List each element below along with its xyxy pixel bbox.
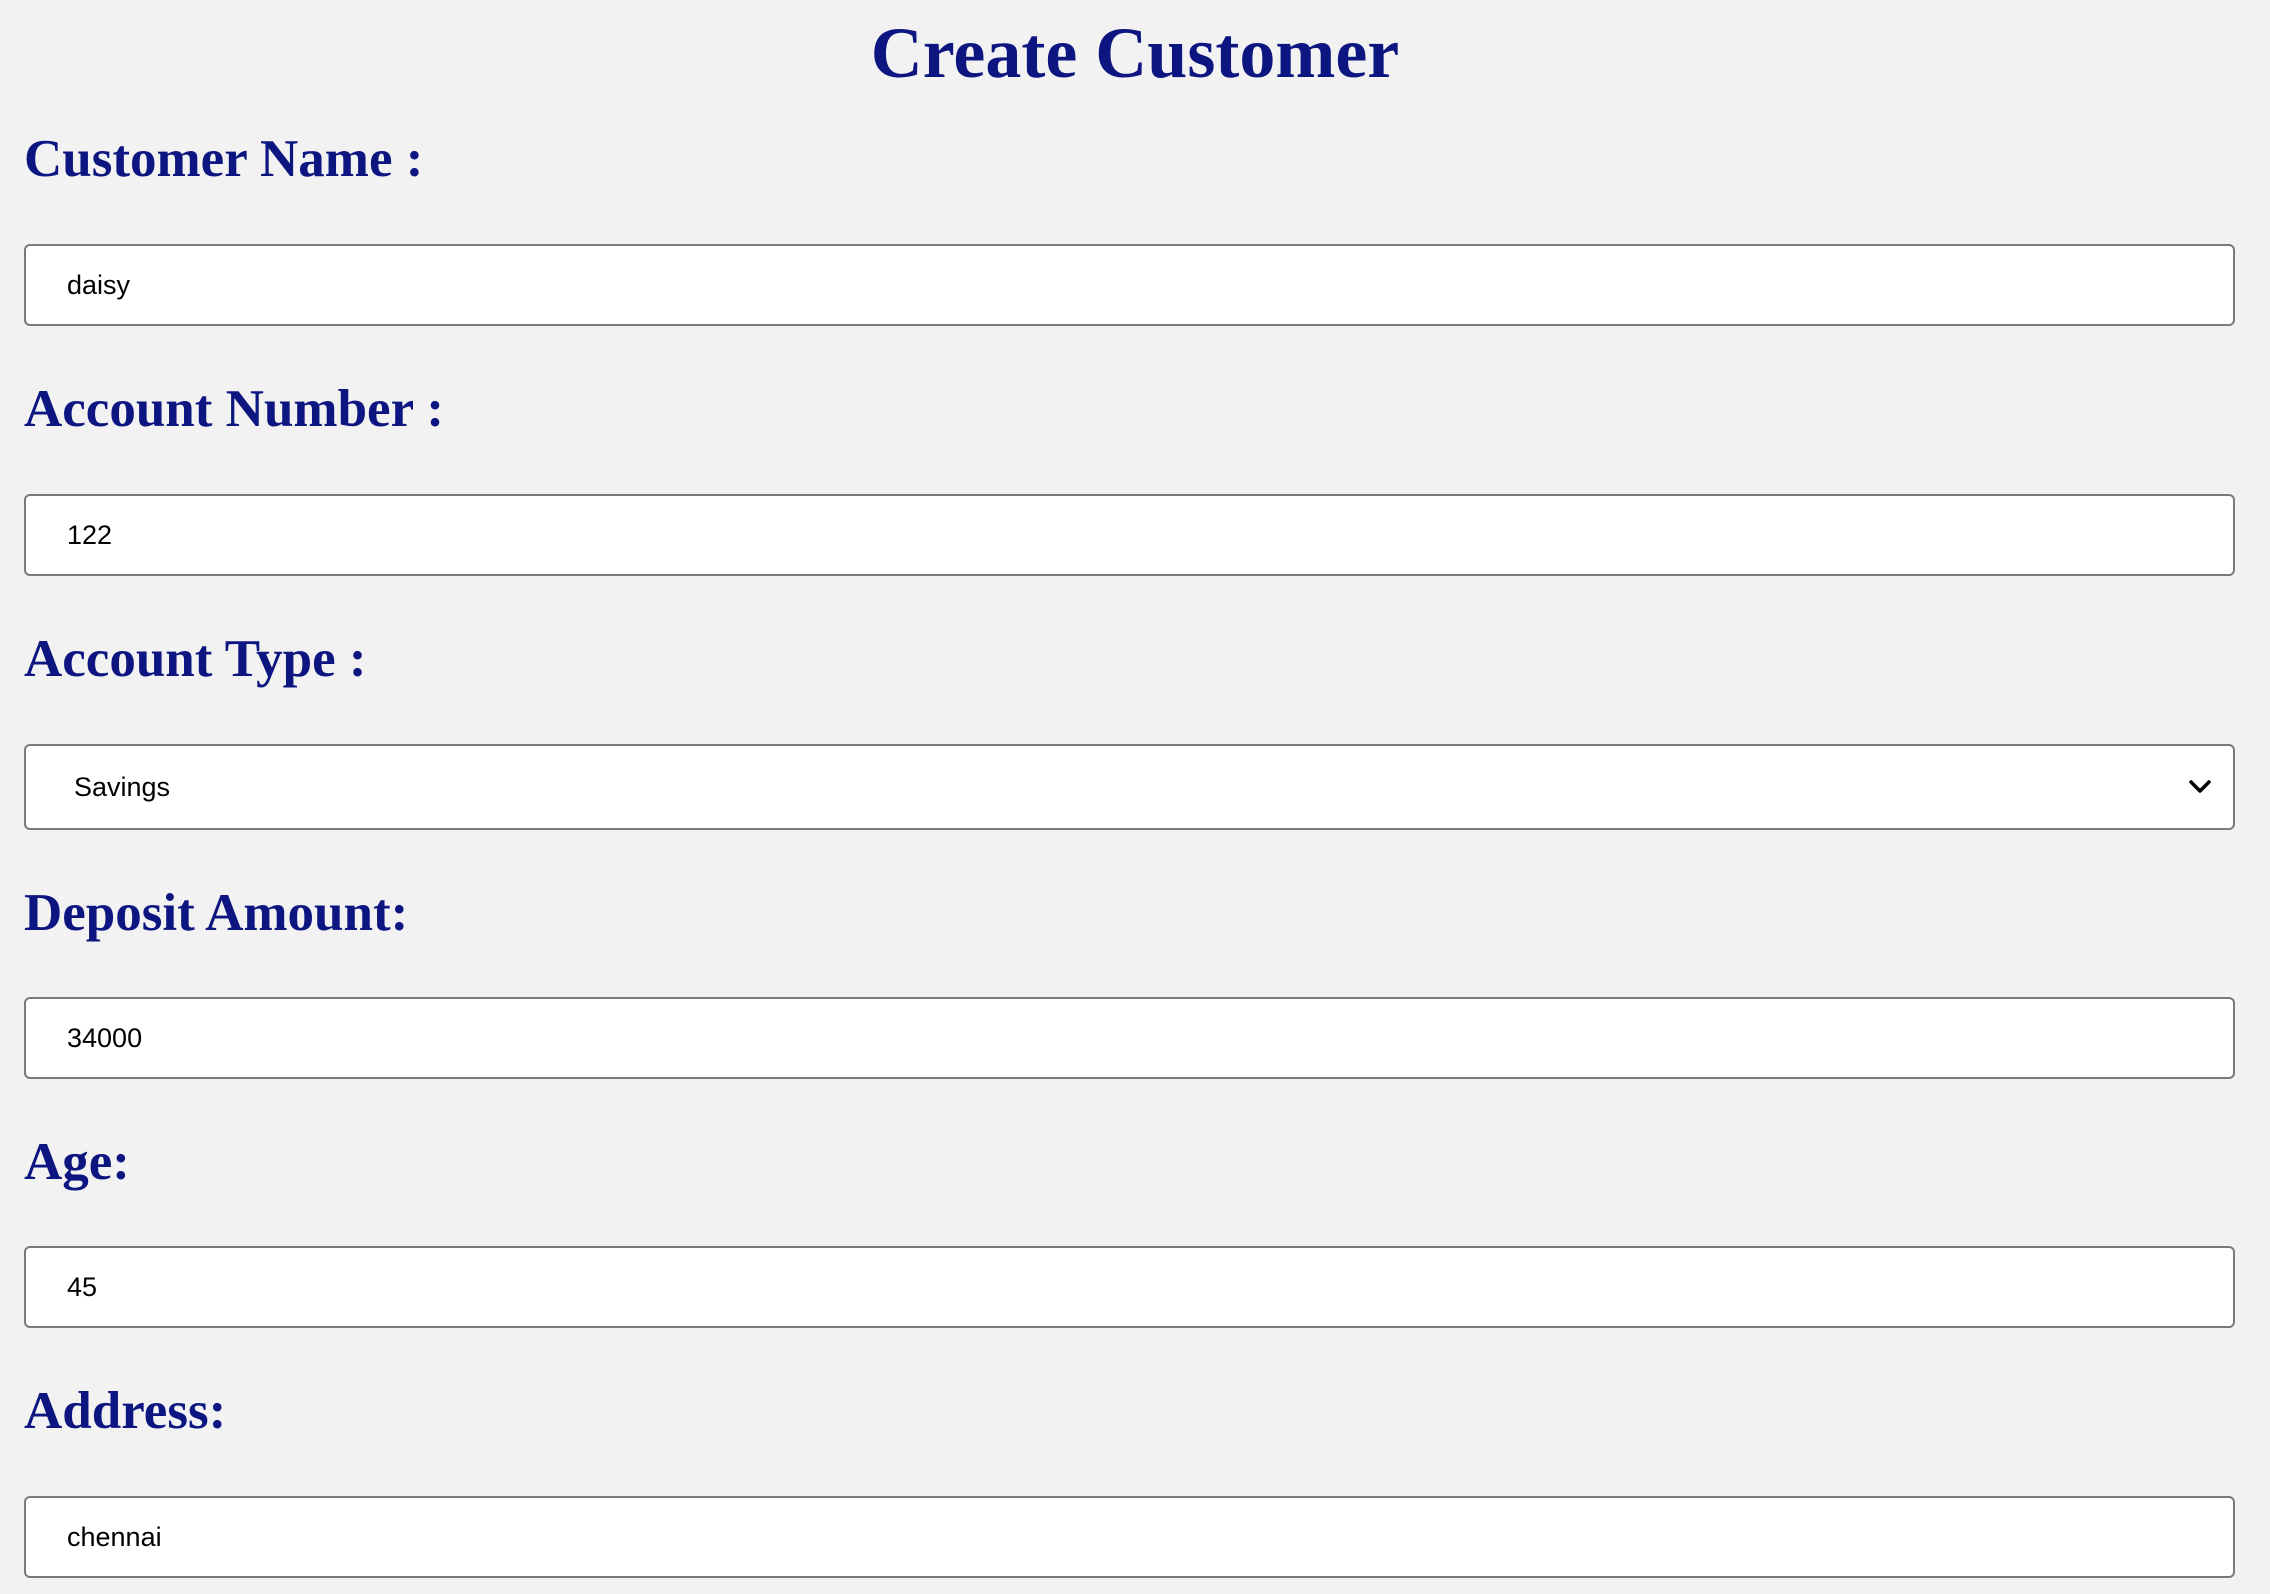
age-label: Age: (24, 1133, 130, 1191)
address-value: chennai (67, 1521, 162, 1552)
account-number-label: Account Number : (24, 380, 445, 438)
account-type-label: Account Type : (24, 630, 367, 688)
deposit-amount-label: Deposit Amount: (24, 884, 409, 942)
account-number-input[interactable]: 122 (24, 494, 2235, 576)
deposit-amount-input[interactable]: 34000 (24, 997, 2235, 1079)
chevron-down-icon (2185, 772, 2215, 802)
customer-name-label: Customer Name : (24, 130, 424, 188)
address-label: Address: (24, 1382, 227, 1440)
age-input[interactable]: 45 (24, 1246, 2235, 1328)
address-input[interactable]: chennai (24, 1496, 2235, 1578)
account-number-value: 122 (67, 519, 113, 550)
account-type-select[interactable]: Savings (24, 744, 2235, 830)
age-value: 45 (67, 1271, 98, 1302)
customer-name-value: daisy (67, 269, 131, 300)
deposit-amount-value: 34000 (67, 1022, 143, 1053)
account-type-value: Savings (74, 771, 171, 802)
customer-name-input[interactable]: daisy (24, 244, 2235, 326)
page-title: Create Customer (870, 13, 1400, 93)
